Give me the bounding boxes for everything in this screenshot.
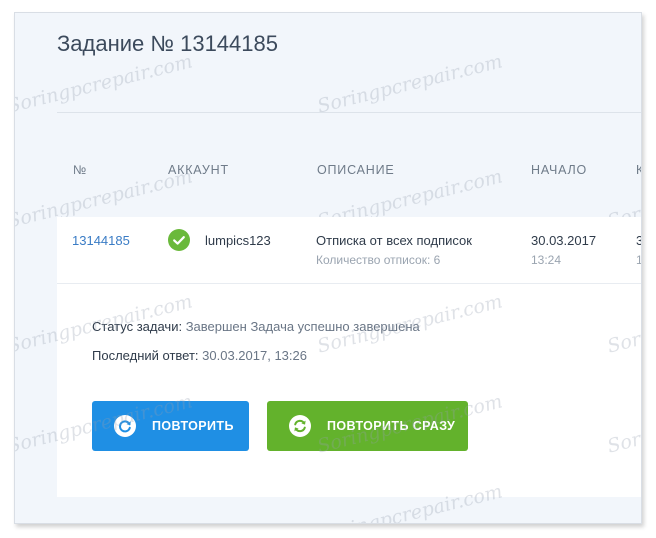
task-card: 13144185 lumpics123 Отписка от всех подп…: [57, 217, 641, 497]
next-time-partial: 1: [636, 253, 641, 267]
repeat-now-button[interactable]: ПОВТОРИТЬ СРАЗУ: [267, 401, 468, 451]
column-header-start: НАЧАЛО: [531, 163, 588, 177]
column-header-account: АККАУНТ: [168, 163, 229, 177]
sync-icon: [289, 415, 311, 437]
column-header-partial: К: [636, 163, 641, 177]
column-header-number: №: [73, 163, 88, 177]
repeat-button-label: ПОВТОРИТЬ: [152, 419, 234, 433]
account-name: lumpics123: [205, 233, 271, 248]
task-panel: Soringpcrepair.com Soringpcrepair.com So…: [14, 12, 642, 524]
status-label: Статус задачи:: [92, 319, 183, 334]
start-time: 13:24: [531, 253, 562, 267]
repeat-now-button-label: ПОВТОРИТЬ СРАЗУ: [327, 419, 456, 433]
repeat-button[interactable]: ПОВТОРИТЬ: [92, 401, 249, 451]
page-title: Задание № 13144185: [57, 31, 278, 56]
column-header-description: ОПИСАНИЕ: [317, 163, 395, 177]
next-date-partial: 3: [636, 233, 641, 248]
watermark: Soringpcrepair.com: [14, 50, 195, 118]
watermark: Soringpcrepair.com: [315, 50, 505, 118]
row-divider: [57, 283, 641, 284]
task-description: Отписка от всех подписок: [316, 233, 472, 248]
task-status: Статус задачи: Завершен Задача успешно з…: [92, 319, 420, 334]
status-value: Завершен Задача успешно завершена: [185, 319, 420, 334]
last-reply-label: Последний ответ:: [92, 348, 199, 363]
refresh-icon: [114, 415, 136, 437]
last-reply-value: 30.03.2017, 13:26: [202, 348, 307, 363]
start-date: 30.03.2017: [531, 233, 597, 248]
last-reply: Последний ответ: 30.03.2017, 13:26: [92, 348, 307, 363]
task-description-sub: Количество отписок: 6: [316, 253, 441, 267]
divider: [57, 112, 641, 113]
check-circle-icon: [168, 229, 190, 251]
task-id-link[interactable]: 13144185: [72, 233, 130, 248]
